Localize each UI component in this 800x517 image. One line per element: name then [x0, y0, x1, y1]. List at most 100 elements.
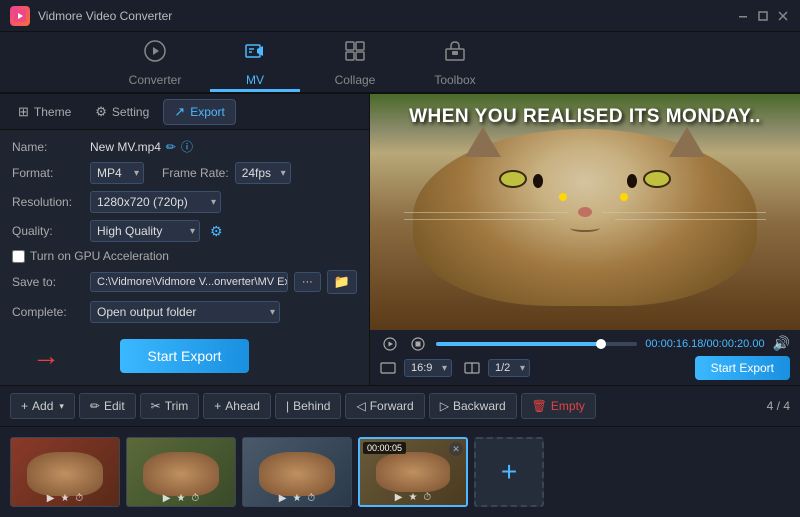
filmstrip-clip-1[interactable]: ▶ ★ ⏱ — [10, 437, 120, 507]
tab-collage-label: Collage — [335, 73, 376, 87]
gpu-checkbox[interactable] — [12, 250, 25, 263]
filmstrip-clip-2[interactable]: ▶ ★ ⏱ — [126, 437, 236, 507]
clip-close-icon[interactable]: ✕ — [449, 442, 463, 456]
thumb-content-1: ▶ ★ ⏱ — [11, 438, 119, 506]
browse-dots-button[interactable]: ··· — [294, 272, 321, 292]
filmstrip-clip-3[interactable]: ▶ ★ ⏱ — [242, 437, 352, 507]
tab-converter[interactable]: Converter — [110, 36, 200, 92]
edit-icon[interactable]: ✏ — [166, 140, 176, 154]
tab-collage[interactable]: Collage — [310, 36, 400, 92]
clip-count: 4 / 4 — [767, 399, 790, 413]
sub-tab-export[interactable]: ↗ Export — [163, 99, 236, 125]
quality-select[interactable]: High Quality Medium Quality Low Quality — [90, 220, 200, 242]
app-logo — [10, 6, 30, 26]
video-controls: 00:00:16.18/00:00:20.00 🔊 16:9 4:3 1:1 — [370, 330, 800, 385]
export-icon: ↗ — [174, 104, 185, 120]
forward-button[interactable]: ◁ Forward — [345, 393, 424, 419]
mv-icon — [243, 39, 267, 69]
stop-button[interactable] — [408, 337, 428, 351]
filmstrip-clip-4[interactable]: 00:00:05 ▶ ★ ⏱ ✕ — [358, 437, 468, 507]
add-icon: + — [21, 399, 28, 413]
resolution-select[interactable]: 1280x720 (720p) 1920x1080 (1080p) 640x48… — [90, 191, 221, 213]
edit-icon: ✏ — [90, 399, 100, 413]
segment-icon — [464, 360, 480, 376]
tab-toolbox[interactable]: Toolbox — [410, 36, 500, 92]
converter-icon — [143, 39, 167, 69]
resolution-label: Resolution: — [12, 195, 84, 209]
video-preview[interactable]: WHEN YOU REALISED ITS MONDAY.. — [370, 94, 800, 330]
segment-select[interactable]: 1/2 1/3 — [488, 359, 530, 377]
complete-select[interactable]: Open output folder Do nothing — [90, 301, 280, 323]
time-display: 00:00:16.18/00:00:20.00 — [645, 338, 764, 350]
resolution-select-wrap: 1280x720 (720p) 1920x1080 (1080p) 640x48… — [90, 191, 221, 213]
trim-label: Trim — [165, 399, 189, 413]
info-icon[interactable]: ⓘ — [181, 138, 193, 155]
format-row: Format: MP4 MOV AVI Frame Rate: 24fps 30… — [12, 162, 357, 184]
ahead-button[interactable]: + Ahead — [203, 393, 271, 419]
browse-folder-button[interactable]: 📁 — [327, 270, 357, 294]
sub-tab-export-label: Export — [190, 105, 225, 119]
trim-button[interactable]: ✂ Trim — [140, 393, 200, 419]
quality-label: Quality: — [12, 224, 84, 238]
trash-icon: 🗑 — [532, 399, 547, 413]
add-clip-button[interactable]: + — [474, 437, 544, 507]
theme-icon: ⊞ — [18, 104, 29, 120]
gpu-row: Turn on GPU Acceleration — [12, 249, 357, 263]
empty-button[interactable]: 🗑 Empty — [521, 393, 596, 419]
minimize-button[interactable] — [736, 9, 750, 23]
settings-form: Name: New MV.mp4 ✏ ⓘ Format: MP4 MOV AVI — [0, 130, 369, 381]
segment-select-wrap: 1/2 1/3 — [488, 359, 530, 377]
name-value: New MV.mp4 ✏ ⓘ — [90, 138, 193, 155]
window-controls — [736, 9, 790, 23]
right-panel: WHEN YOU REALISED ITS MONDAY.. — [370, 94, 800, 385]
empty-label: Empty — [551, 399, 585, 413]
controls-row2: 16:9 4:3 1:1 1/2 1/3 Start Export — [380, 356, 790, 380]
start-export-area: → Start Export — [12, 339, 357, 373]
tab-mv[interactable]: MV — [210, 36, 300, 92]
ratio-select-wrap: 16:9 4:3 1:1 — [404, 359, 452, 377]
gpu-label[interactable]: Turn on GPU Acceleration — [30, 249, 169, 263]
progress-row: 00:00:16.18/00:00:20.00 🔊 — [380, 335, 790, 352]
fps-select[interactable]: 24fps 30fps 60fps — [235, 162, 291, 184]
complete-row: Complete: Open output folder Do nothing — [12, 301, 357, 323]
play-button[interactable] — [380, 337, 400, 351]
fps-select-wrap: 24fps 30fps 60fps — [235, 162, 291, 184]
maximize-button[interactable] — [756, 9, 770, 23]
format-select[interactable]: MP4 MOV AVI — [90, 162, 144, 184]
behind-button[interactable]: | Behind — [275, 393, 342, 419]
setting-icon: ⚙ — [95, 104, 107, 120]
tab-toolbox-label: Toolbox — [434, 73, 475, 87]
behind-icon: | — [286, 399, 289, 413]
behind-label: Behind — [293, 399, 330, 413]
sub-tab-setting[interactable]: ⚙ Setting — [85, 100, 159, 124]
progress-bar[interactable] — [436, 342, 637, 346]
start-export-button[interactable]: Start Export — [120, 339, 250, 373]
close-button[interactable] — [776, 9, 790, 23]
ahead-label: Ahead — [225, 399, 260, 413]
progress-thumb — [596, 339, 606, 349]
sub-tab-theme[interactable]: ⊞ Theme — [8, 100, 81, 124]
tab-mv-label: MV — [246, 73, 264, 87]
aspect-ratio-icon — [380, 360, 396, 376]
thumb-content-2: ▶ ★ ⏱ — [127, 438, 235, 506]
bottom-toolbar: + Add ▾ ✏ Edit ✂ Trim + Ahead | Behind ◁… — [0, 385, 800, 427]
complete-label: Complete: — [12, 305, 84, 319]
add-button[interactable]: + Add ▾ — [10, 393, 75, 419]
forward-icon: ◁ — [356, 399, 365, 413]
add-label: Add — [32, 399, 53, 413]
backward-button[interactable]: ▷ Backward — [429, 393, 517, 419]
left-panel: ⊞ Theme ⚙ Setting ↗ Export Name: New MV.… — [0, 94, 370, 385]
name-label: Name: — [12, 140, 84, 154]
quality-gear-icon[interactable]: ⚙ — [210, 223, 223, 240]
volume-icon[interactable]: 🔊 — [773, 335, 790, 352]
collage-icon — [343, 39, 367, 69]
start-export-right-button[interactable]: Start Export — [695, 356, 790, 380]
name-row: Name: New MV.mp4 ✏ ⓘ — [12, 138, 357, 155]
thumb-content-4: 00:00:05 ▶ ★ ⏱ ✕ — [360, 439, 466, 505]
trim-icon: ✂ — [151, 399, 161, 413]
edit-button[interactable]: ✏ Edit — [79, 393, 136, 419]
save-row: Save to: C:\Vidmore\Vidmore V...onverter… — [12, 270, 357, 294]
quality-select-wrap: High Quality Medium Quality Low Quality — [90, 220, 200, 242]
ratio-select[interactable]: 16:9 4:3 1:1 — [404, 359, 452, 377]
title-bar: Vidmore Video Converter — [0, 0, 800, 32]
